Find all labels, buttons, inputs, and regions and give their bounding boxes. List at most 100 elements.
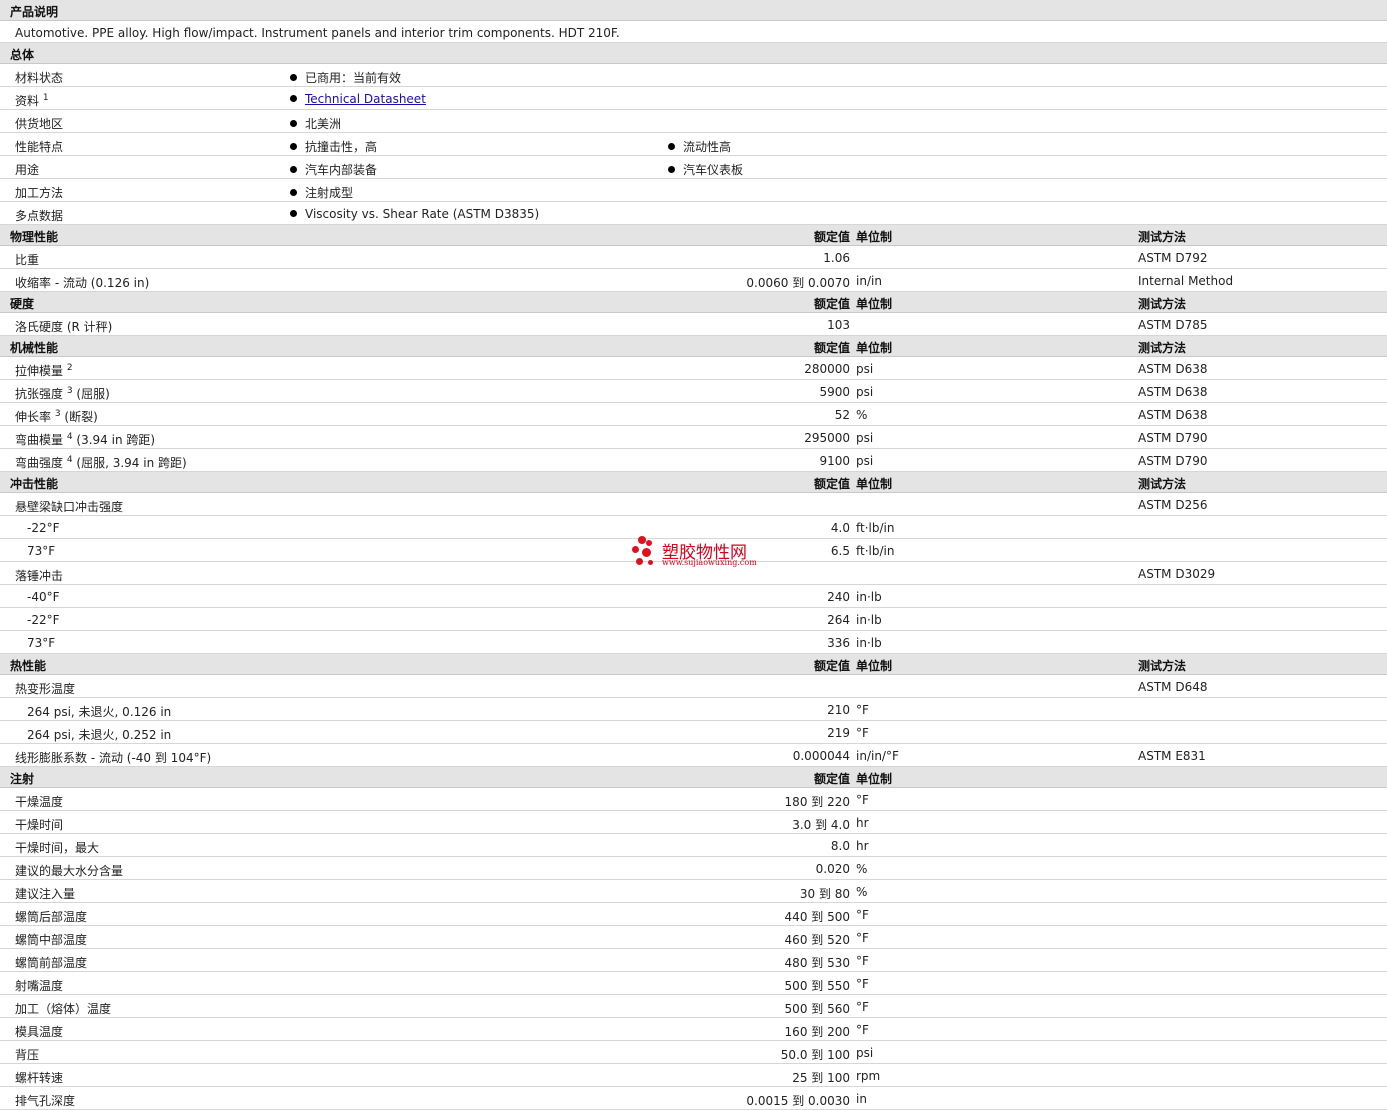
- property-row: 264 psi, 未退火, 0.126 in 210 °F: [0, 698, 1387, 721]
- property-unit: in: [856, 1092, 867, 1106]
- property-value: 52: [834, 408, 850, 422]
- bullet-item: 汽车仪表板: [668, 161, 743, 178]
- watermark-dot: [632, 546, 639, 553]
- property-row: 螺杆转速 25 到 100 rpm: [0, 1064, 1387, 1087]
- general-row-process: 加工方法 注射成型: [0, 179, 1387, 202]
- property-unit: °F: [856, 703, 869, 717]
- property-label: 建议注入量: [15, 887, 76, 901]
- test-method: Internal Method: [1138, 274, 1234, 288]
- property-row: 加工（熔体）温度 500 到 560 °F: [0, 995, 1387, 1018]
- general-row-region: 供货地区 北美洲: [0, 110, 1387, 133]
- property-value: 180 到 220: [784, 795, 850, 809]
- property-unit: °F: [856, 1023, 869, 1037]
- footnote-ref: 3: [66, 386, 73, 396]
- section-header-description: 产品说明: [0, 0, 1387, 21]
- footnote-ref: 4: [66, 455, 73, 465]
- property-value: 0.000044: [792, 749, 850, 763]
- test-method: ASTM D638: [1138, 385, 1208, 399]
- property-label: 模具温度: [15, 1025, 64, 1039]
- technical-datasheet-link[interactable]: Technical Datasheet: [305, 92, 426, 106]
- property-label: 建议的最大水分含量: [15, 864, 124, 878]
- property-value: 5900: [819, 385, 850, 399]
- property-unit: hr: [856, 816, 869, 830]
- property-value: 500 到 550: [784, 979, 850, 993]
- property-row: 弯曲强度 4 (屈服, 3.94 in 跨距) 9100 psi ASTM D790: [0, 449, 1387, 472]
- property-unit: %: [856, 862, 868, 876]
- section-title: 产品说明: [10, 5, 59, 19]
- property-row: 背压 50.0 到 100 psi: [0, 1041, 1387, 1064]
- property-unit: in·lb: [856, 636, 882, 650]
- property-label: 洛氏硬度 (R 计秤): [15, 320, 113, 334]
- property-unit: psi: [856, 362, 874, 376]
- property-row: 射嘴温度 500 到 550 °F: [0, 972, 1387, 995]
- watermark: 塑胶物性网 www.sujiaowuxing.com: [630, 534, 770, 574]
- property-row: 干燥时间，最大 8.0 hr: [0, 834, 1387, 857]
- property-label: 加工（熔体）温度: [15, 1002, 112, 1016]
- property-label: -40°F: [27, 590, 60, 604]
- column-header-method: 测试方法: [1138, 341, 1187, 355]
- property-value: 4.0: [830, 521, 850, 535]
- section-header: 物理性能 额定值 单位制 测试方法: [0, 225, 1387, 246]
- column-header-value: 额定值: [813, 659, 850, 673]
- property-row: 干燥温度 180 到 220 °F: [0, 788, 1387, 811]
- description-text: Automotive. PPE alloy. High flow/impact.…: [15, 26, 620, 40]
- property-row: 73°F 336 in·lb: [0, 631, 1387, 654]
- property-value: 440 到 500: [784, 910, 850, 924]
- multipoint-data-link[interactable]: Viscosity vs. Shear Rate (ASTM D3835): [305, 207, 539, 221]
- property-row: 比重 1.06 ASTM D792: [0, 246, 1387, 269]
- property-label: 射嘴温度: [15, 979, 64, 993]
- property-unit: in/in: [856, 274, 882, 288]
- property-value: 103: [827, 318, 850, 332]
- property-row: 悬壁梁缺口冲击强度 ASTM D256: [0, 493, 1387, 516]
- property-unit: psi: [856, 385, 874, 399]
- watermark-dot: [636, 558, 643, 565]
- property-value: 6.5: [830, 544, 850, 558]
- property-row: -40°F 240 in·lb: [0, 585, 1387, 608]
- property-label: 干燥时间: [15, 818, 64, 832]
- property-unit: hr: [856, 839, 869, 853]
- test-method: ASTM D3029: [1138, 567, 1216, 581]
- property-value: 280000: [804, 362, 850, 376]
- property-value: 25 到 100: [792, 1071, 850, 1085]
- column-header-value: 额定值: [813, 297, 850, 311]
- section-title: 注射: [10, 772, 35, 786]
- column-header-value: 额定值: [813, 341, 850, 355]
- column-header-unit: 单位制: [856, 659, 893, 673]
- property-unit: rpm: [856, 1069, 881, 1083]
- property-value: 295000: [804, 431, 850, 445]
- property-label: 排气孔深度: [15, 1094, 76, 1108]
- test-method: ASTM D256: [1138, 498, 1208, 512]
- watermark-dot: [646, 540, 652, 546]
- bullet-item: 北美洲: [290, 115, 341, 132]
- property-row: 螺筒后部温度 440 到 500 °F: [0, 903, 1387, 926]
- property-unit: °F: [856, 977, 869, 991]
- bullet-item: 流动性高: [668, 138, 731, 155]
- bullet-item: 汽车内部装备: [290, 161, 377, 178]
- general-row-multipoint: 多点数据 Viscosity vs. Shear Rate (ASTM D383…: [0, 202, 1387, 225]
- property-unit: °F: [856, 793, 869, 807]
- bullet-item: 已商用：当前有效: [290, 69, 401, 86]
- test-method: ASTM E831: [1138, 749, 1206, 763]
- property-row: 弯曲模量 4 (3.94 in 跨距) 295000 psi ASTM D790: [0, 426, 1387, 449]
- property-label: 螺筒后部温度: [15, 910, 88, 924]
- property-unit: in·lb: [856, 590, 882, 604]
- section-header: 硬度 额定值 单位制 测试方法: [0, 292, 1387, 313]
- description-row: Automotive. PPE alloy. High flow/impact.…: [0, 21, 1387, 43]
- property-label: 悬壁梁缺口冲击强度: [15, 500, 124, 514]
- test-method: ASTM D792: [1138, 251, 1208, 265]
- property-label: 落锤冲击: [15, 569, 64, 583]
- test-method: ASTM D790: [1138, 454, 1208, 468]
- property-row: 抗张强度 3 (屈服) 5900 psi ASTM D638: [0, 380, 1387, 403]
- column-header-method: 测试方法: [1138, 230, 1187, 244]
- property-label: 拉伸模量 2: [15, 363, 73, 379]
- row-label: 性能特点: [15, 140, 64, 154]
- footnote-ref: 4: [66, 432, 73, 442]
- property-value: 0.0060 到 0.0070: [746, 276, 850, 290]
- property-row: 干燥时间 3.0 到 4.0 hr: [0, 811, 1387, 834]
- test-method: ASTM D648: [1138, 680, 1208, 694]
- property-value: 240: [827, 590, 850, 604]
- property-row: 线形膨胀系数 - 流动 (-40 到 104°F) 0.000044 in/in/°…: [0, 744, 1387, 767]
- bullet-item: 注射成型: [290, 184, 353, 201]
- property-label: 73°F: [27, 636, 56, 650]
- property-value: 3.0 到 4.0: [792, 818, 850, 832]
